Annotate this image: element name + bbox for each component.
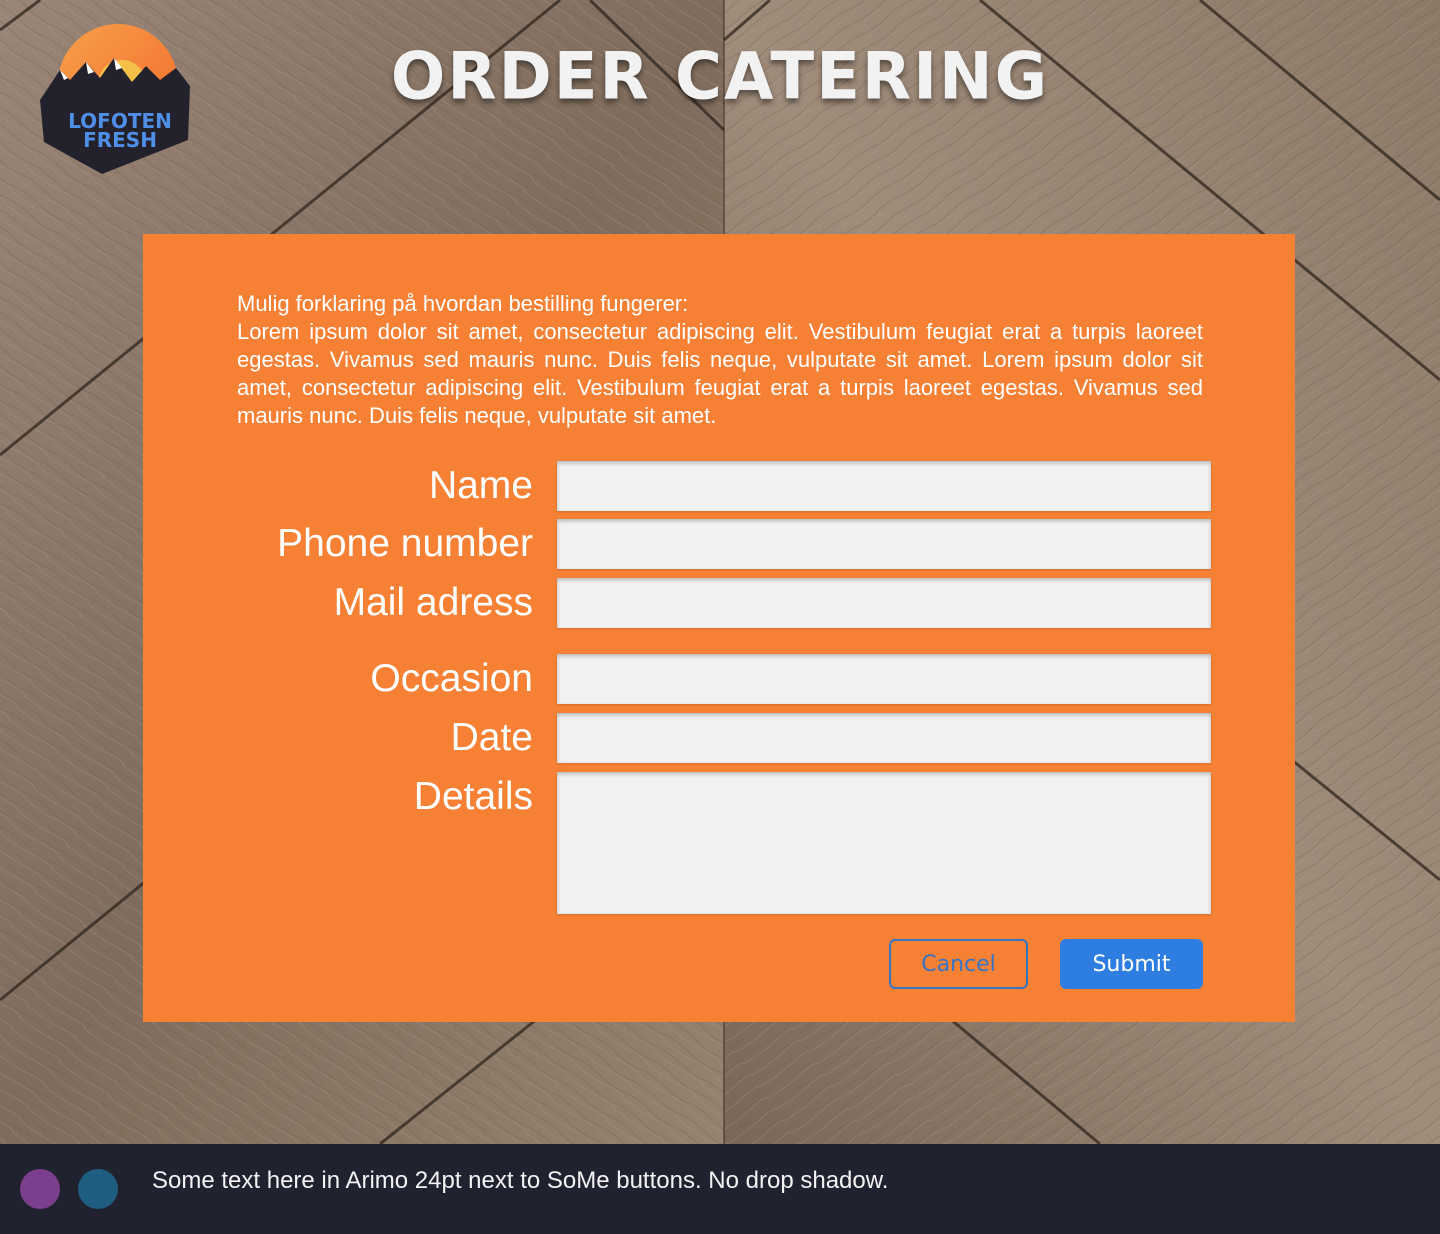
details-textarea[interactable] — [557, 772, 1211, 914]
date-label: Date — [450, 716, 533, 759]
cancel-button[interactable]: Cancel — [889, 939, 1028, 989]
footer: Some text here in Arimo 24pt next to SoM… — [0, 1144, 1440, 1234]
footer-text: Some text here in Arimo 24pt next to SoM… — [152, 1167, 889, 1194]
social-button-2[interactable] — [78, 1169, 118, 1209]
name-label: Name — [428, 464, 533, 507]
intro-heading: Mulig forklaring på hvordan bestilling f… — [237, 291, 689, 316]
phone-label: Phone number — [277, 522, 533, 565]
svg-text:FRESH: FRESH — [83, 128, 157, 152]
date-input[interactable] — [557, 713, 1211, 763]
occasion-input[interactable] — [557, 654, 1211, 704]
catering-form-panel: Mulig forklaring på hvordan bestilling f… — [143, 234, 1295, 1022]
page-title: ORDER CATERING — [390, 39, 1050, 115]
details-label: Details — [413, 775, 533, 818]
social-button-1[interactable] — [20, 1169, 60, 1209]
intro-body: Lorem ipsum dolor sit amet, consectetur … — [237, 319, 1203, 428]
mail-input[interactable] — [557, 578, 1211, 628]
occasion-label: Occasion — [370, 657, 533, 700]
form-intro: Mulig forklaring på hvordan bestilling f… — [237, 290, 1203, 430]
name-input[interactable] — [557, 461, 1211, 511]
phone-input[interactable] — [557, 519, 1211, 569]
submit-button[interactable]: Submit — [1060, 939, 1203, 989]
mail-label: Mail adress — [333, 581, 533, 624]
